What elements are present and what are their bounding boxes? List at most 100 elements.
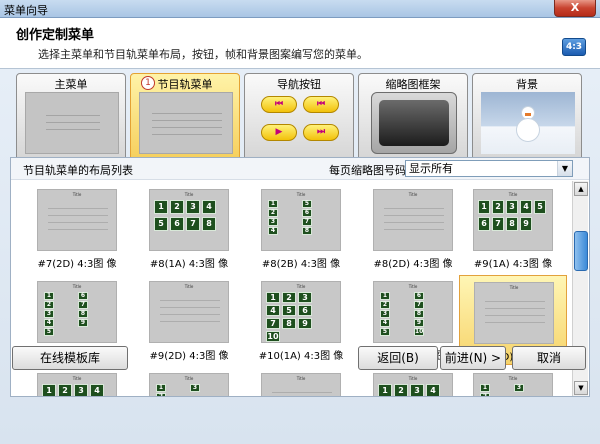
title-bar: 菜单向导 X xyxy=(0,0,600,18)
thumbnail-number-tile: 1 xyxy=(478,200,490,214)
thumbnail-number-tile: 1 xyxy=(268,200,278,208)
cancel-button[interactable]: 取消 xyxy=(512,346,586,370)
layout-preview: Title xyxy=(149,281,229,343)
layout-preview: Title 1 2 3 4 5 6 7 8 9 10 xyxy=(373,281,453,343)
thumbnail-number-tile: 3 xyxy=(186,200,200,214)
thumbnail-number-tile: 8 xyxy=(78,310,88,318)
preview-title: Title xyxy=(184,376,194,381)
thumbnail-number-tile: 5 xyxy=(44,328,54,336)
layout-preview: Title 1 2 3 4 5 6 7 8 9 xyxy=(37,281,117,343)
layout-thumbnail[interactable]: Title 1 2 3 4 xyxy=(23,367,131,396)
thumbnail-number-tile: 6 xyxy=(302,209,312,217)
scroll-down-icon[interactable]: ▼ xyxy=(574,381,588,395)
thumbnail-number-tile: 2 xyxy=(380,301,390,309)
thumbnail-number-tile: 3 xyxy=(268,218,278,226)
thumbnail-number-tile: 7 xyxy=(302,218,312,226)
per-page-select[interactable]: 显示所有 ▼ xyxy=(405,160,573,177)
preview-title: Title xyxy=(72,192,82,197)
layout-preview: Title 1 2 3 4 xyxy=(37,373,117,396)
aspect-ratio-button[interactable]: 4:3 xyxy=(562,38,586,56)
tab-navigation-buttons[interactable]: 导航按钮 ⏮ ⏮ ▶ ⏭ xyxy=(244,73,354,159)
thumbnail-number-tile: 6 xyxy=(78,292,88,300)
preview-title: Title xyxy=(408,192,418,197)
tab-label: 主菜单 xyxy=(54,78,88,91)
layout-preview: Title xyxy=(474,282,554,344)
preview-title: Title xyxy=(296,376,306,381)
layout-preview: Title 1 2 3 4 xyxy=(373,373,453,396)
thumbnail-number-tile: 6 xyxy=(478,217,490,231)
thumbnail-number-tile: 6 xyxy=(414,292,424,300)
layout-list-header: 节目轨菜单的布局列表 每页缩略图号码: 显示所有 ▼ xyxy=(11,158,589,180)
scrollbar-thumb[interactable] xyxy=(574,231,588,271)
thumbnail-number-tile: 3 xyxy=(410,384,424,396)
back-button[interactable]: 返回(B) xyxy=(358,346,438,370)
scroll-up-icon[interactable]: ▲ xyxy=(574,182,588,196)
thumbnail-number-tile: 3 xyxy=(190,384,200,392)
thumbnail-number-tile: 1 xyxy=(378,384,392,396)
layout-thumbnail[interactable]: Title #8(2D) 4:3图 像 xyxy=(359,183,467,273)
thumbnail-number-tile: 9 xyxy=(520,217,532,231)
tab-thumbnail-frame[interactable]: 缩略图框架 xyxy=(358,73,468,159)
layout-thumbnail[interactable]: Title xyxy=(247,367,355,396)
preview-lines xyxy=(152,107,222,137)
layout-preview: Title 1 2 3 4 5 6 7 8 9 xyxy=(473,189,553,251)
thumbnail-number-tile: 9 xyxy=(298,318,312,329)
per-page-value: 显示所有 xyxy=(409,162,453,175)
nav-play-icon: ▶ xyxy=(261,124,297,141)
thumbnail-number-tile: 9 xyxy=(414,319,424,327)
online-templates-button[interactable]: 在线模板库 xyxy=(12,346,128,370)
thumbnail-number-tile: 1 xyxy=(266,292,280,303)
chevron-down-icon[interactable]: ▼ xyxy=(557,161,572,176)
layout-preview: Title xyxy=(37,189,117,251)
callout-1: 1 xyxy=(141,76,155,90)
thumbnail-number-tile: 4 xyxy=(520,200,532,214)
thumbnail-number-tile: 1 xyxy=(42,384,56,396)
close-button[interactable]: X xyxy=(554,0,596,17)
thumbnail-number-tile: 5 xyxy=(154,217,168,231)
thumbnail-number-tile: 2 xyxy=(480,393,490,396)
layout-preview: Title 1 2 3 4 5 6 7 8 xyxy=(261,189,341,251)
layout-preview: Title 12 3 xyxy=(149,373,229,396)
layout-preview: Title 12 3 xyxy=(473,373,553,396)
layout-caption: #9(1A) 4:3图 像 xyxy=(473,259,553,270)
thumbnail-number-tile: 4 xyxy=(268,227,278,235)
layout-thumbnail[interactable]: Title 1 2 3 4 xyxy=(359,367,467,396)
thumbnail-number-tile: 5 xyxy=(282,305,296,316)
thumbnail-number-tile: 8 xyxy=(302,227,312,235)
thumbnail-number-tile: 4 xyxy=(380,319,390,327)
layout-thumbnail[interactable]: Title #7(2D) 4:3图 像 xyxy=(23,183,131,273)
layout-thumbnail[interactable]: Title 12 3 xyxy=(135,367,243,396)
thumbnail-number-tile: 1 xyxy=(380,292,390,300)
thumbnail-number-tile: 4 xyxy=(202,200,216,214)
thumbnail-number-tile: 1 xyxy=(480,384,490,392)
thumbnail-number-tile: 7 xyxy=(186,217,200,231)
layout-thumbnail[interactable]: Title #9(2D) 4:3图 像 xyxy=(135,275,243,365)
thumbnail-number-tile: 8 xyxy=(282,318,296,329)
thumbnail-number-tile: 2 xyxy=(282,292,296,303)
thumbnail-number-tile: 4 xyxy=(90,384,104,396)
thumbnail-number-tile: 3 xyxy=(298,292,312,303)
thumbnail-number-tile: 6 xyxy=(170,217,184,231)
layout-thumbnail[interactable]: Title 12 3 xyxy=(459,367,567,396)
layout-thumbnail[interactable]: Title 1 2 3 4 5 6 7 8 #8(1A) 4:3图 像 xyxy=(135,183,243,273)
thumbnail-number-tile: 10 xyxy=(266,331,280,342)
preview-lines xyxy=(46,109,100,135)
next-button[interactable]: 前进(N) > xyxy=(440,346,506,370)
tv-frame-icon xyxy=(371,92,457,154)
main-menu-preview xyxy=(25,92,119,154)
layout-caption: #10(1A) 4:3图 像 xyxy=(258,351,344,362)
snowman-background-image xyxy=(481,92,575,154)
nav-last-icon: ⏭ xyxy=(303,124,339,141)
layout-thumbnail[interactable]: Title 1 2 3 4 5 6 7 8 9 10 #10(1A) 4:3图 像 xyxy=(247,275,355,365)
layout-thumbnail[interactable]: Title 1 2 3 4 5 6 7 8 9 #9(1A) 4:3图 像 xyxy=(459,183,567,273)
nav-first-icon: ⏮ xyxy=(261,96,297,113)
tab-main-menu[interactable]: 主菜单 xyxy=(16,73,126,159)
thumbnail-number-tile: 8 xyxy=(414,310,424,318)
thumbnail-number-tile: 3 xyxy=(514,384,524,392)
layout-caption: #8(2B) 4:3图 像 xyxy=(261,259,341,270)
preview-title: Title xyxy=(508,192,518,197)
thumbnail-number-tile: 7 xyxy=(78,301,88,309)
tab-background[interactable]: 背景 xyxy=(472,73,582,159)
tab-track-menu[interactable]: 节目轨菜单 1 xyxy=(130,73,240,161)
layout-thumbnail[interactable]: Title 1 2 3 4 5 6 7 8 #8(2B) 4:3图 像 xyxy=(247,183,355,273)
